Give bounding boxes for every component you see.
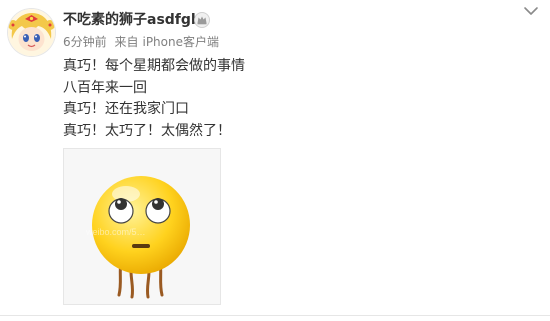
image-watermark: weibo.com/5…	[85, 227, 146, 237]
avatar-illustration	[8, 9, 55, 56]
post-line: 真巧！太巧了！太偶然了！	[63, 122, 231, 139]
avatar[interactable]	[8, 9, 55, 56]
post-line: 真巧！还在我家门口	[63, 101, 189, 117]
post-meta: 6分钟前 来自 iPhone客户端	[63, 35, 223, 49]
vip-crown-icon[interactable]	[194, 12, 210, 28]
source-prefix: 来自	[114, 35, 139, 49]
chevron-down-icon[interactable]	[523, 5, 539, 17]
post-text: 真巧！每个星期都会做的事情 八百年来一回 真巧！还在我家门口 真巧！太巧了！太偶…	[63, 56, 245, 142]
post-source[interactable]: iPhone客户端	[142, 35, 219, 49]
post-image[interactable]: weibo.com/5…	[63, 148, 221, 305]
weibo-post: 不吃素的狮子asdfgh 6分钟前 来自 iPhone客户端 真巧！每个星期都会做…	[0, 0, 550, 321]
post-time[interactable]: 6分钟前	[63, 35, 107, 49]
post-line: 真巧！每个星期都会做的事情	[63, 58, 245, 74]
author-name[interactable]: 不吃素的狮子asdfgh	[63, 11, 201, 29]
post-line: 八百年来一回	[63, 79, 147, 96]
divider	[0, 315, 550, 316]
eye-roll-emoji-image: weibo.com/5…	[85, 176, 190, 299]
